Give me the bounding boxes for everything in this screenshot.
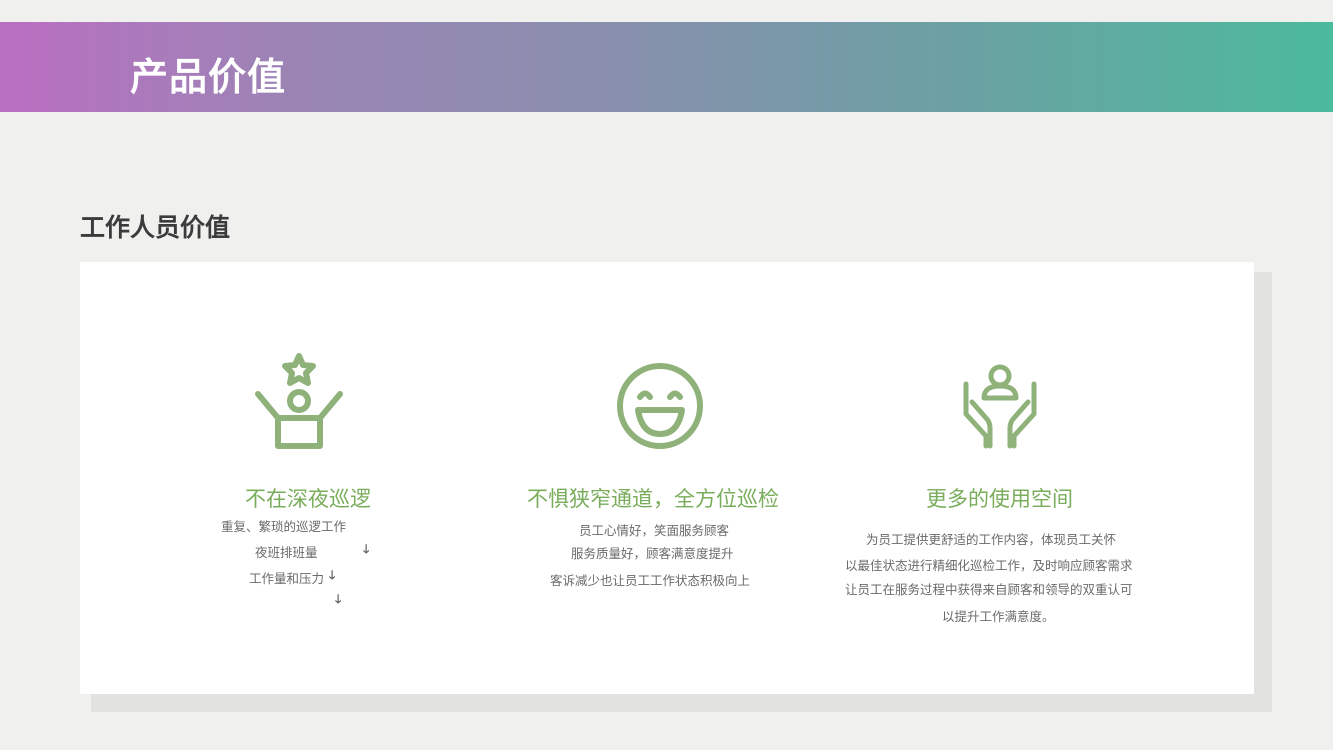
column-2-line-3: 客诉减少也让员工工作状态积极向上 — [550, 573, 751, 588]
page-title: 产品价值 — [130, 55, 287, 99]
column-3-title: 更多的使用空间 — [926, 487, 1073, 511]
column-2-line-1: 员工心情好，笑面服务顾客 — [579, 523, 730, 538]
column-2-line-2: 服务质量好，顾客满意度提升 — [571, 546, 734, 561]
column-3-line-1: 为员工提供更舒适的工作内容，体现员工关怀 — [866, 532, 1117, 547]
header-banner: 产品价值 — [0, 22, 1333, 112]
column-3-line-4: 以提升工作满意度。 — [942, 609, 1055, 624]
cheering-person-star-icon — [255, 353, 343, 449]
section-title: 工作人员价值 — [80, 213, 231, 242]
column-2-title: 不惧狭窄通道，全方位巡检 — [527, 487, 779, 511]
down-arrow-icon: 🡓 — [329, 568, 336, 582]
column-1-line-2: 夜班排班量 — [255, 545, 318, 560]
value-card: 不在深夜巡逻 重复、繁琐的巡逻工作 夜班排班量 🡓 工作量和压力 🡓 🡓 不惧狭… — [80, 262, 1254, 694]
column-1-line-3: 工作量和压力 — [249, 571, 325, 586]
down-arrow-icon: 🡓 — [363, 542, 370, 556]
column-3-line-3: 让员工在服务过程中获得来自顾客和领导的双重认可 — [845, 582, 1133, 597]
column-1-line-1: 重复、繁琐的巡逻工作 — [221, 519, 347, 534]
column-1-title: 不在深夜巡逻 — [245, 487, 371, 511]
down-arrow-icon: 🡓 — [335, 592, 342, 606]
smiling-face-icon — [617, 363, 703, 449]
hands-holding-person-icon — [963, 364, 1037, 449]
column-3-line-2: 以最佳状态进行精细化巡检工作，及时响应顾客需求 — [845, 558, 1133, 573]
